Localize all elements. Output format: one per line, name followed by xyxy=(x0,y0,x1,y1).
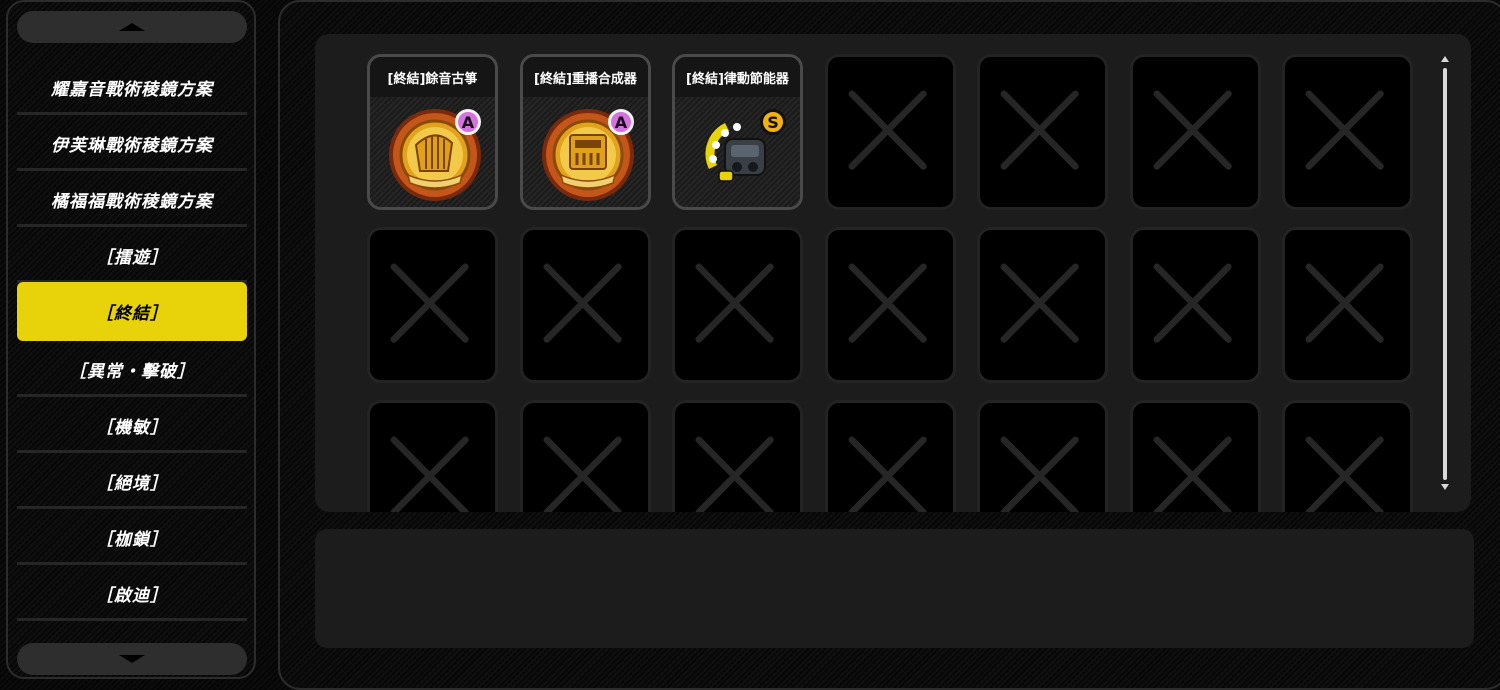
menu-item-label: 橘福福戰術稜鏡方案 xyxy=(51,191,213,212)
empty-item-slot xyxy=(1130,227,1261,383)
menu-item-label: ［終結］ xyxy=(96,304,168,324)
scroll-up-button[interactable] xyxy=(17,11,247,43)
item-title: [終結]餘音古箏 xyxy=(370,57,495,97)
menu-item-finisher[interactable]: ［終結］ xyxy=(17,282,247,341)
item-title: [終結]重播合成器 xyxy=(523,57,648,97)
empty-item-slot xyxy=(1130,54,1261,210)
menu-item-label: ［枷鎖］ xyxy=(96,529,168,550)
chevron-up-icon xyxy=(119,23,145,31)
chevron-down-icon xyxy=(119,655,145,663)
category-panel: 耀嘉音戰術稜鏡方案 伊芙琳戰術稜鏡方案 橘福福戰術稜鏡方案 ［擂遊］ ［終結］ … xyxy=(6,0,256,679)
menu-item-label: 伊芙琳戰術稜鏡方案 xyxy=(51,135,213,156)
menu-item-category-1[interactable]: ［擂遊］ xyxy=(17,227,247,283)
x-mark-icon xyxy=(848,90,927,170)
x-mark-icon xyxy=(390,436,469,512)
grid-scrollbar[interactable] xyxy=(1440,56,1450,490)
item-title: [終結]律動節能器 xyxy=(675,57,800,97)
menu-item-desperate[interactable]: ［絕境］ xyxy=(17,453,247,509)
empty-item-slot xyxy=(825,227,956,383)
x-mark-icon xyxy=(1305,90,1384,170)
x-mark-icon xyxy=(1153,436,1232,512)
empty-item-slot xyxy=(367,400,498,512)
empty-item-slot xyxy=(520,227,651,383)
empty-item-slot xyxy=(977,54,1108,210)
item-slot[interactable]: [終結]餘音古箏 A xyxy=(367,54,498,210)
scrollbar-thumb[interactable] xyxy=(1443,68,1447,480)
x-mark-icon xyxy=(695,436,774,512)
scroll-down-button[interactable] xyxy=(17,643,247,675)
x-mark-icon xyxy=(1000,436,1079,512)
item-slot[interactable]: [終結]律動節能器 S xyxy=(672,54,803,210)
x-mark-icon xyxy=(695,263,774,343)
x-mark-icon xyxy=(543,263,622,343)
menu-item-enlighten[interactable]: ［啟迪］ xyxy=(17,565,247,621)
item-grid: [終結]餘音古箏 A [終結]重播合成器 A [終結]律動節能器 S xyxy=(315,34,1471,512)
x-mark-icon xyxy=(1153,263,1232,343)
empty-item-slot xyxy=(977,227,1108,383)
item-description-box xyxy=(315,529,1474,648)
empty-item-slot xyxy=(1282,400,1413,512)
menu-item-shackles[interactable]: ［枷鎖］ xyxy=(17,509,247,565)
x-mark-icon xyxy=(848,263,927,343)
scrollbar-up-arrow-icon[interactable] xyxy=(1441,56,1449,62)
menu-item-label: ［啟迪］ xyxy=(96,585,168,606)
x-mark-icon xyxy=(1000,263,1079,343)
empty-item-slot xyxy=(672,400,803,512)
empty-item-slot xyxy=(1130,400,1261,512)
x-mark-icon xyxy=(1305,263,1384,343)
menu-item-label: ［擂遊］ xyxy=(96,247,168,268)
menu-item-jufufu[interactable]: 橘福福戰術稜鏡方案 xyxy=(17,171,247,227)
empty-item-slot xyxy=(825,400,956,512)
menu-item-label: 耀嘉音戰術稜鏡方案 xyxy=(51,79,213,100)
scrollbar-down-arrow-icon[interactable] xyxy=(1441,484,1449,490)
x-mark-icon xyxy=(848,436,927,512)
empty-item-slot xyxy=(977,400,1108,512)
empty-item-slot xyxy=(825,54,956,210)
rank-s-badge: S xyxy=(760,109,786,135)
empty-item-slot xyxy=(1282,54,1413,210)
x-mark-icon xyxy=(1153,90,1232,170)
menu-item-agile[interactable]: ［機敏］ xyxy=(17,397,247,453)
menu-item-label: ［異常・擊破］ xyxy=(69,361,195,382)
menu-item-evelyn[interactable]: 伊芙琳戰術稜鏡方案 xyxy=(17,115,247,171)
x-mark-icon xyxy=(543,436,622,512)
category-menu: 耀嘉音戰術稜鏡方案 伊芙琳戰術稜鏡方案 橘福福戰術稜鏡方案 ［擂遊］ ［終結］ … xyxy=(17,59,247,621)
menu-item-label: ［絕境］ xyxy=(96,473,168,494)
menu-item-yaojiayin[interactable]: 耀嘉音戰術稜鏡方案 xyxy=(17,59,247,115)
empty-item-slot xyxy=(520,400,651,512)
x-mark-icon xyxy=(1000,90,1079,170)
empty-item-slot xyxy=(367,227,498,383)
rank-a-badge: A xyxy=(608,109,634,135)
x-mark-icon xyxy=(1305,436,1384,512)
empty-item-slot xyxy=(672,227,803,383)
item-slot[interactable]: [終結]重播合成器 A xyxy=(520,54,651,210)
empty-item-slot xyxy=(1282,227,1413,383)
rank-a-badge: A xyxy=(455,109,481,135)
menu-item-anomaly-break[interactable]: ［異常・擊破］ xyxy=(17,341,247,397)
menu-item-label: ［機敏］ xyxy=(96,417,168,438)
x-mark-icon xyxy=(390,263,469,343)
